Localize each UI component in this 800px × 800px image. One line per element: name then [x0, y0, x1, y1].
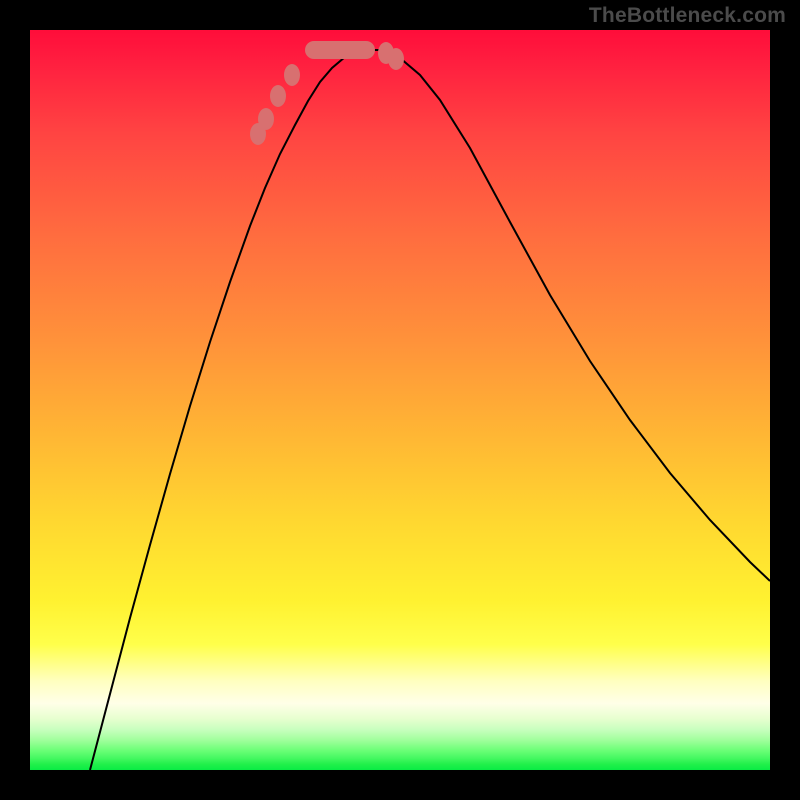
- trough-band: [305, 41, 375, 59]
- chart-overlay: [30, 30, 770, 770]
- curve-marker: [270, 85, 286, 107]
- chart-frame: TheBottleneck.com: [0, 0, 800, 800]
- curve-marker: [258, 108, 274, 130]
- plot-area: [30, 30, 770, 770]
- curve-marker: [284, 64, 300, 86]
- watermark-text: TheBottleneck.com: [589, 4, 786, 28]
- curve-marker: [388, 48, 404, 70]
- bottleneck-curve: [90, 50, 770, 770]
